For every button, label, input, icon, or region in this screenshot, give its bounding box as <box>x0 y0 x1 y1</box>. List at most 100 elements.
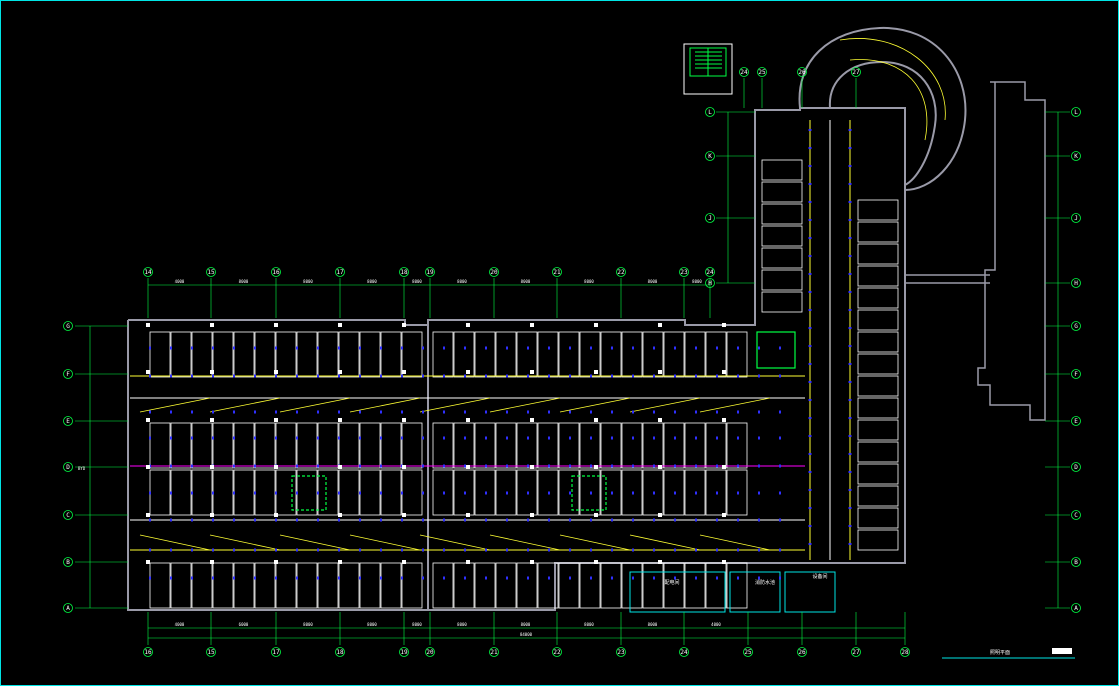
light-fixture <box>779 548 781 552</box>
light-fixture <box>317 410 319 414</box>
parking-bay <box>149 331 171 378</box>
light-fixture <box>848 183 852 185</box>
parking-bay <box>857 507 899 529</box>
parking-bay <box>359 562 381 609</box>
structural-column <box>402 323 406 327</box>
light-fixture <box>632 464 634 468</box>
light-fixture <box>380 576 382 580</box>
parking-bay <box>537 331 559 378</box>
parking-bay <box>663 331 685 378</box>
light-fixture <box>674 410 676 414</box>
light-fixture <box>758 436 760 440</box>
light-fixture <box>170 576 172 580</box>
light-fixture <box>464 346 466 350</box>
parking-bay <box>432 422 454 469</box>
stair-detail <box>683 43 733 95</box>
parking-bay <box>453 562 475 609</box>
light-fixture <box>254 436 256 440</box>
structural-column <box>658 323 662 327</box>
light-fixture <box>170 436 172 440</box>
light-fixture <box>296 576 298 580</box>
light-fixture <box>590 491 592 495</box>
structural-column <box>594 465 598 469</box>
light-fixture <box>569 346 571 350</box>
light-fixture <box>527 436 529 440</box>
light-fixture <box>808 309 812 311</box>
light-fixture <box>632 518 634 522</box>
light-fixture <box>380 374 382 378</box>
light-fixture <box>380 548 382 552</box>
light-fixture <box>848 327 852 329</box>
parking-bay <box>275 562 297 609</box>
light-fixture <box>737 548 739 552</box>
parking-bay <box>453 331 475 378</box>
light-fixture <box>296 436 298 440</box>
light-fixture <box>296 491 298 495</box>
parking-bay <box>401 469 423 516</box>
light-fixture <box>779 410 781 414</box>
structural-column <box>722 323 726 327</box>
light-fixture <box>233 576 235 580</box>
parking-bay <box>761 269 803 291</box>
lighting-branch <box>699 534 771 551</box>
light-fixture <box>401 576 403 580</box>
light-fixture <box>296 346 298 350</box>
span-dimension: 8000 <box>692 279 702 284</box>
light-fixture <box>464 410 466 414</box>
room-label: 设备间 <box>812 573 827 580</box>
row-bubble-label: A <box>66 605 70 612</box>
light-fixture <box>338 576 340 580</box>
parking-bay <box>663 422 685 469</box>
parking-bay <box>149 422 171 469</box>
parking-bay <box>761 159 803 181</box>
light-fixture <box>674 374 676 378</box>
structural-column <box>146 323 150 327</box>
column-bubble-label: 24 <box>706 269 714 276</box>
light-fixture <box>779 436 781 440</box>
light-fixture <box>422 436 424 440</box>
lighting-branch <box>209 397 281 413</box>
light-fixture <box>569 410 571 414</box>
parking-bay <box>474 331 496 378</box>
light-fixture <box>464 436 466 440</box>
parking-bay <box>275 422 297 469</box>
light-fixture <box>485 374 487 378</box>
light-fixture <box>191 436 193 440</box>
light-fixture <box>485 464 487 468</box>
light-fixture <box>254 491 256 495</box>
light-fixture <box>422 374 424 378</box>
parking-bay <box>474 422 496 469</box>
light-fixture <box>848 291 852 293</box>
light-fixture <box>808 255 812 257</box>
light-fixture <box>548 374 550 378</box>
light-fixture <box>695 548 697 552</box>
light-fixture <box>401 374 403 378</box>
row-bubble-label: G <box>66 323 70 330</box>
light-fixture <box>296 374 298 378</box>
light-fixture <box>527 464 529 468</box>
light-fixture <box>632 491 634 495</box>
structural-column <box>658 370 662 374</box>
light-fixture <box>422 518 424 522</box>
light-fixture <box>611 491 613 495</box>
light-fixture <box>632 374 634 378</box>
light-fixture <box>317 436 319 440</box>
column-bubble-label: 23 <box>617 649 625 656</box>
light-fixture <box>359 436 361 440</box>
light-fixture <box>464 548 466 552</box>
structural-column <box>338 465 342 469</box>
light-fixture <box>464 491 466 495</box>
light-fixture <box>296 518 298 522</box>
light-fixture <box>808 183 812 185</box>
light-fixture <box>716 576 718 580</box>
structural-column <box>210 323 214 327</box>
light-fixture <box>233 410 235 414</box>
parking-bay <box>857 309 899 331</box>
light-fixture <box>695 346 697 350</box>
light-fixture <box>401 518 403 522</box>
light-fixture <box>716 491 718 495</box>
light-fixture <box>808 417 812 419</box>
row-bubble-label: L <box>1074 109 1078 116</box>
light-fixture <box>149 576 151 580</box>
light-fixture <box>443 464 445 468</box>
